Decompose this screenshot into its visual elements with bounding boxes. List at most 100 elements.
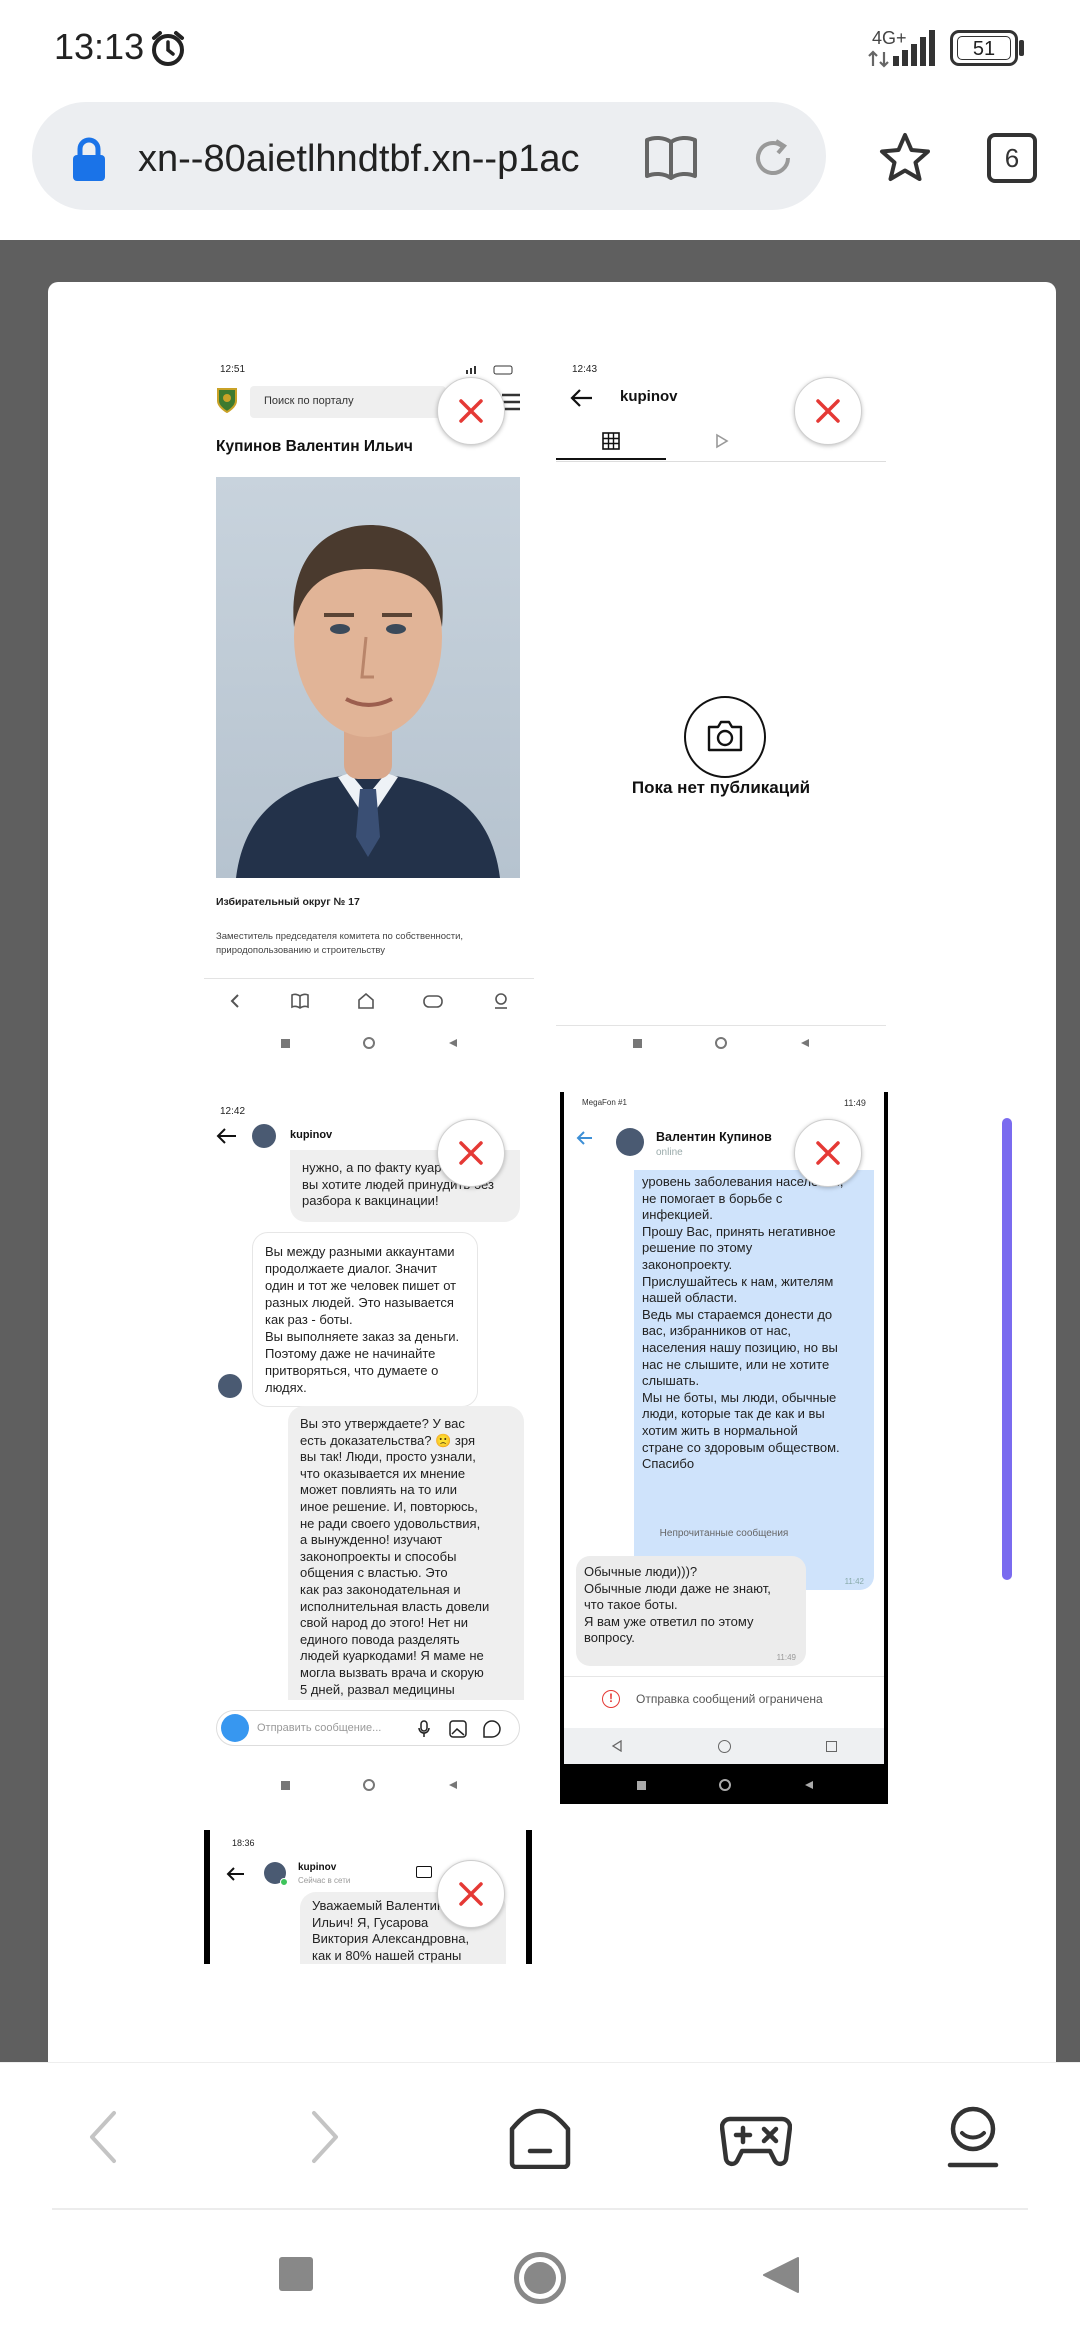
alarm-icon <box>148 28 188 73</box>
t1-person-name: Купинов Валентин Ильич <box>216 438 413 455</box>
t4-back-button[interactable] <box>804 1780 814 1790</box>
t1-search-box[interactable]: Поиск по порталу <box>250 386 446 418</box>
thumbnail-3[interactable]: 12:42 kupinov нужно, а по факту куар вы … <box>204 1092 534 1804</box>
grid-icon <box>602 432 620 450</box>
t2-username: kupinov <box>620 388 678 405</box>
t3-gallery-icon[interactable] <box>449 1720 467 1738</box>
t1-browser-toolbar <box>204 986 534 1016</box>
close-thumbnail-5-button[interactable] <box>437 1860 505 1928</box>
t1-search-placeholder: Поиск по порталу <box>264 395 354 407</box>
t4-inner-home[interactable] <box>717 1739 731 1753</box>
reload-icon[interactable] <box>748 133 798 188</box>
back-button[interactable] <box>762 2256 800 2299</box>
t4-carrier: MegaFon #1 <box>582 1098 627 1107</box>
system-navigation-bar <box>0 2212 1080 2340</box>
recents-button[interactable] <box>279 2257 313 2291</box>
tab-reels[interactable] <box>666 424 776 460</box>
t4-restricted-text: Отправка сообщений ограничена <box>636 1692 823 1706</box>
t4-inner-recents[interactable] <box>825 1740 837 1752</box>
t1-back-button[interactable] <box>448 1038 458 1048</box>
tab-grid[interactable] <box>556 424 666 460</box>
t4-recents-icon[interactable] <box>636 1780 646 1790</box>
thumbnail-4[interactable]: MegaFon #1 11:49 Валентин Купинов online… <box>560 1092 888 1804</box>
t3-message-input[interactable]: Отправить сообщение... <box>216 1710 520 1746</box>
close-thumbnail-2-button[interactable] <box>794 377 862 445</box>
home-icon[interactable] <box>508 2107 572 2174</box>
t3-message-2: Вы между разными аккаунтами продолжаете … <box>252 1232 478 1407</box>
forward-icon[interactable] <box>304 2109 344 2170</box>
t4-online-status: online <box>656 1147 683 1158</box>
close-thumbnail-4-button[interactable] <box>794 1119 862 1187</box>
t3-home-button[interactable] <box>362 1779 375 1791</box>
battery-level: 51 <box>957 36 1011 60</box>
t3-sticker-icon[interactable] <box>483 1720 501 1738</box>
close-thumbnail-3-button[interactable] <box>437 1119 505 1187</box>
scrollbar-thumb[interactable] <box>1002 1118 1012 1580</box>
t4-warning-icon: ! <box>602 1690 620 1708</box>
t4-time: 11:49 <box>844 1098 866 1108</box>
t4-inner-back[interactable] <box>611 1740 623 1752</box>
status-bar: 13:13 4G+ 51 <box>0 0 1080 96</box>
profile-icon[interactable] <box>944 2105 1002 2174</box>
camera-circle <box>684 696 766 778</box>
t1-time: 12:51 <box>220 364 246 375</box>
t3-back-button[interactable] <box>448 1780 458 1790</box>
t3-message-3: Вы это утверждаете? У вас есть доказател… <box>288 1406 524 1700</box>
game-icon[interactable] <box>719 2111 793 2172</box>
reels-icon <box>716 433 729 449</box>
t3-mic-icon[interactable] <box>417 1720 431 1738</box>
t4-outgoing-message: уровень заболевания населения, не помога… <box>634 1170 874 1590</box>
tab-count-button[interactable]: 6 <box>987 133 1037 183</box>
t1-game-icon[interactable] <box>423 993 444 1009</box>
t1-book-icon[interactable] <box>290 993 309 1009</box>
reader-mode-icon[interactable] <box>644 134 698 185</box>
back-icon[interactable] <box>84 2109 124 2170</box>
data-arrows-icon <box>868 50 890 73</box>
t4-incoming-time: 11:49 <box>776 1653 796 1662</box>
t4-unread-label: Непрочитанные сообщения <box>659 1528 789 1539</box>
t3-back-arrow-icon[interactable] <box>216 1127 238 1150</box>
home-button[interactable] <box>514 2252 566 2304</box>
t3-sender-avatar <box>218 1374 242 1398</box>
t4-home-button[interactable] <box>718 1779 731 1791</box>
t5-time: 18:36 <box>232 1838 255 1848</box>
t4-system-nav <box>600 1776 850 1794</box>
t2-time: 12:43 <box>572 364 598 375</box>
lock-icon <box>70 137 108 186</box>
t1-position: Заместитель председателя комитета по соб… <box>216 931 464 956</box>
back-arrow-icon[interactable] <box>570 388 594 413</box>
t5-username: kupinov <box>298 1862 337 1873</box>
t2-recents-icon[interactable] <box>632 1038 642 1048</box>
url-text[interactable]: xn--80aietlhndtbf.xn--p1ac <box>138 138 579 181</box>
browser-bottom-toolbar <box>0 2062 1080 2210</box>
t3-system-nav <box>244 1776 494 1794</box>
t2-home-button[interactable] <box>714 1037 727 1049</box>
bookmark-star-icon[interactable] <box>878 132 932 189</box>
portrait-photo <box>216 477 520 878</box>
t3-avatar <box>252 1124 276 1148</box>
t2-empty-text: Пока нет публикаций <box>631 778 811 797</box>
thumbnail-2[interactable]: 12:43 kupinov Пока нет публикаций <box>556 350 886 1062</box>
t5-status: Сейчас в сети <box>298 1876 351 1885</box>
t3-time: 12:42 <box>220 1106 246 1117</box>
t4-contact-name: Валентин Купинов <box>656 1130 772 1144</box>
t1-back-icon[interactable] <box>228 993 242 1009</box>
t4-back-arrow-icon[interactable] <box>576 1130 594 1151</box>
coat-of-arms-icon <box>216 387 238 418</box>
t1-system-nav <box>244 1034 494 1052</box>
signal-icon <box>893 30 937 71</box>
t4-outgoing-time: 11:42 <box>844 1577 864 1586</box>
t1-home-button[interactable] <box>362 1037 375 1049</box>
t3-camera-button[interactable] <box>221 1714 249 1742</box>
t2-back-button[interactable] <box>800 1038 810 1048</box>
t5-video-icon[interactable] <box>416 1866 432 1878</box>
thumbnail-1[interactable]: 12:51 Поиск по порталу Купинов Валентин … <box>204 350 534 1062</box>
t3-input-placeholder: Отправить сообщение... <box>257 1722 382 1734</box>
t1-recents-icon[interactable] <box>280 1038 290 1048</box>
t1-home-icon[interactable] <box>357 993 375 1009</box>
camera-icon <box>707 720 743 752</box>
t3-recents-icon[interactable] <box>280 1780 290 1790</box>
t5-back-arrow-icon[interactable] <box>226 1866 246 1887</box>
close-thumbnail-1-button[interactable] <box>437 377 505 445</box>
t1-profile-icon[interactable] <box>492 992 510 1010</box>
